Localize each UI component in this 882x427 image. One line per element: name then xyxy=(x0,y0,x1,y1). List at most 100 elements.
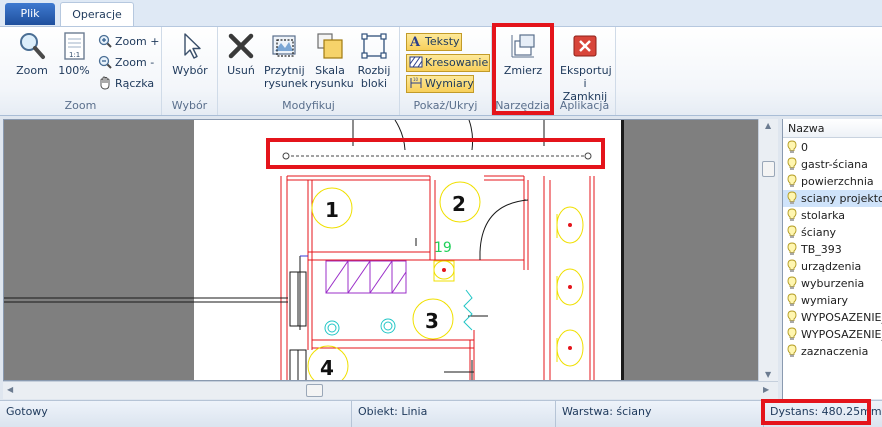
lightbulb-icon[interactable] xyxy=(786,157,798,171)
zoom-label: Zoom xyxy=(16,64,48,77)
scroll-left-arrow-icon[interactable]: ◀ xyxy=(7,385,13,394)
layer-name: sciany projektow xyxy=(801,192,882,205)
layer-item[interactable]: TB_393 xyxy=(783,241,882,258)
measure-label: Zmierz xyxy=(503,64,543,77)
drawing-canvas[interactable]: 1 2 3 4 19 xyxy=(3,119,778,381)
scroll-right-arrow-icon[interactable]: ▶ xyxy=(763,385,769,394)
hatching-label: Kresowanie xyxy=(425,56,489,69)
modify-group-label: Modyfikuj xyxy=(282,99,335,112)
layer-item[interactable]: powierzchnia xyxy=(783,173,882,190)
application-group-label: Aplikacja xyxy=(559,99,610,112)
layer-item[interactable]: stolarka xyxy=(783,207,882,224)
layer-name: urządzenia xyxy=(801,260,862,273)
lightbulb-icon[interactable] xyxy=(786,191,798,205)
horizontal-scroll-thumb[interactable] xyxy=(306,384,323,397)
lightbulb-icon[interactable] xyxy=(786,276,798,290)
export-close-button[interactable]: Eksportuj i Zamknij xyxy=(560,31,612,103)
status-distance: Dystans: 480.25mm xyxy=(770,405,882,418)
crop-label: Przytnij rysunek xyxy=(264,64,308,90)
crop-drawing-button[interactable]: Przytnij rysunek xyxy=(264,31,308,95)
vertical-scroll-thumb[interactable] xyxy=(762,161,775,177)
zoom-in-icon xyxy=(98,34,112,48)
room-label-1: 1 xyxy=(325,198,339,222)
layer-name: TB_393 xyxy=(801,243,842,256)
delete-x-icon xyxy=(228,33,254,59)
pan-hand-button[interactable]: Rączka xyxy=(98,75,154,93)
zoom-button[interactable]: Zoom xyxy=(12,31,52,95)
select-group-label: Wybór xyxy=(171,99,208,112)
app-window: Plik Operacje Zoom 1:1 100% Zoom + Zoom … xyxy=(0,0,882,427)
layer-item[interactable]: zaznaczenia xyxy=(783,343,882,360)
texts-toggle[interactable]: A Teksty xyxy=(406,33,462,51)
export-close-label: Eksportuj i Zamknij xyxy=(560,64,612,103)
layer-name: ściany xyxy=(801,226,837,239)
show-hide-group-label: Pokaż/Ukryj xyxy=(413,99,478,112)
vertical-scrollbar[interactable]: ▲ ▼ xyxy=(758,119,778,381)
explode-blocks-icon xyxy=(361,33,387,59)
status-object: Obiekt: Linia xyxy=(352,401,556,427)
status-ready: Gotowy xyxy=(0,401,352,427)
layer-name: wyburzenia xyxy=(801,277,865,290)
scale-drawing-button[interactable]: Skala rysunku xyxy=(310,31,354,95)
ribbon: Zoom 1:1 100% Zoom + Zoom - Rączka Zoom … xyxy=(0,26,882,116)
tab-file[interactable]: Plik xyxy=(5,3,55,25)
layers-column-header[interactable]: Nazwa xyxy=(783,119,882,138)
lightbulb-icon[interactable] xyxy=(786,208,798,222)
zoom-100-button[interactable]: 1:1 100% xyxy=(54,31,94,95)
lightbulb-icon[interactable] xyxy=(786,327,798,341)
layer-item[interactable]: 0 xyxy=(783,139,882,156)
cursor-arrow-icon xyxy=(184,33,201,59)
lightbulb-icon[interactable] xyxy=(786,174,798,188)
scale-label: Skala rysunku xyxy=(310,64,354,90)
lightbulb-icon[interactable] xyxy=(786,259,798,273)
select-button[interactable]: Wybór xyxy=(170,31,210,95)
layer-item[interactable]: gastr-ściana xyxy=(783,156,882,173)
magnifier-icon xyxy=(20,33,45,59)
scale-icon xyxy=(317,33,343,59)
zoom-group-label: Zoom xyxy=(64,99,97,112)
layer-name: gastr-ściana xyxy=(801,158,868,171)
texts-label: Teksty xyxy=(425,35,460,48)
scroll-down-arrow-icon[interactable]: ▼ xyxy=(765,370,771,379)
layer-item[interactable]: urządzenia xyxy=(783,258,882,275)
zoom-out-button[interactable]: Zoom - xyxy=(98,54,154,72)
lightbulb-icon[interactable] xyxy=(786,140,798,154)
layer-item[interactable]: wyburzenia xyxy=(783,275,882,292)
layer-name: 0 xyxy=(801,141,808,154)
hatching-toggle[interactable]: Kresowanie xyxy=(406,54,490,72)
layer-item[interactable]: WYPOSAZENIE_ xyxy=(783,309,882,326)
dimensions-toggle[interactable]: 10 Wymiary xyxy=(406,75,474,93)
zoom-in-button[interactable]: Zoom + xyxy=(98,33,159,51)
tab-operations[interactable]: Operacje xyxy=(60,2,134,27)
measure-button[interactable]: Zmierz xyxy=(501,31,545,95)
delete-label: Usuń xyxy=(227,64,255,77)
layer-item[interactable]: sciany projektow xyxy=(783,190,882,207)
delete-button[interactable]: Usuń xyxy=(221,31,261,95)
scroll-up-arrow-icon[interactable]: ▲ xyxy=(765,121,771,130)
dimension-icon: 10 xyxy=(410,77,422,88)
hatch-icon xyxy=(409,56,423,68)
application-group: Eksportuj i Zamknij Aplikacja xyxy=(554,27,616,115)
layer-item[interactable]: wymiary xyxy=(783,292,882,309)
horizontal-scrollbar[interactable]: ◀ ▶ xyxy=(3,381,778,399)
layers-panel: Nazwa 0 gastr-ściana powierzchnia sciany pr… xyxy=(782,119,882,399)
room-label-2: 2 xyxy=(452,192,466,216)
select-label: Wybór xyxy=(172,64,208,77)
text-a-icon: A xyxy=(409,35,421,48)
lightbulb-icon[interactable] xyxy=(786,225,798,239)
layer-name: WYPOSAZENIE_ xyxy=(801,311,882,324)
hand-icon xyxy=(100,76,110,90)
ribbon-tab-bar: Plik Operacje xyxy=(0,0,882,27)
explode-label: Rozbij bloki xyxy=(357,64,391,90)
layer-item[interactable]: WYPOSAZENIE_ xyxy=(783,326,882,343)
lightbulb-icon[interactable] xyxy=(786,344,798,358)
lightbulb-icon[interactable] xyxy=(786,242,798,256)
lightbulb-icon[interactable] xyxy=(786,310,798,324)
explode-blocks-button[interactable]: Rozbij bloki xyxy=(354,31,394,95)
tools-group-label: Narzędzia xyxy=(495,99,550,112)
layer-name: stolarka xyxy=(801,209,846,222)
layer-item[interactable]: ściany xyxy=(783,224,882,241)
dimensions-label: Wymiary xyxy=(425,77,474,90)
lightbulb-icon[interactable] xyxy=(786,293,798,307)
modify-group: Usuń Przytnij rysunek Skala rysunku Rozb… xyxy=(218,27,400,115)
